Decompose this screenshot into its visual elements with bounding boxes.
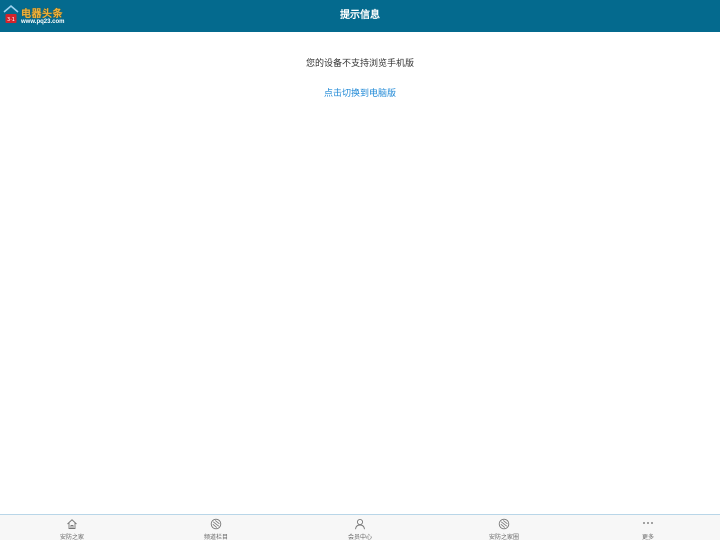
more-icon [643, 522, 653, 524]
nav-item-home[interactable]: 安防之家 [0, 515, 144, 540]
nav-label: 频道栏目 [203, 534, 228, 540]
unsupported-device-message: 您的设备不支持浏览手机版 [305, 59, 414, 69]
nav-label: 安防之家 [59, 534, 84, 540]
nav-label: 会员中心 [347, 534, 372, 540]
nav-item-channels[interactable]: 频道栏目 [144, 515, 288, 540]
home-icon [67, 519, 77, 529]
nav-item-community[interactable]: 安防之家圈 [432, 515, 576, 540]
header-bar: 3·1 电器头条 www.pq23.com 提示信息 [0, 0, 720, 32]
compass-icon [498, 518, 510, 530]
nav-label: 更多 [641, 534, 654, 540]
bottom-nav: 安防之家 频道栏目 会员中心 安防之家圈 更多 [0, 514, 720, 540]
user-icon [355, 518, 365, 530]
nav-item-member-center[interactable]: 会员中心 [288, 515, 432, 540]
page-title: 提示信息 [340, 10, 380, 21]
nav-item-more[interactable]: 更多 [576, 515, 720, 540]
compass-icon [210, 518, 222, 530]
switch-to-desktop-link[interactable]: 点击切换到电脑版 [0, 86, 720, 99]
app-root: 3·1 电器头条 www.pq23.com 提示信息 您的设备不支持浏览手机版 … [0, 0, 720, 540]
nav-label: 安防之家圈 [488, 534, 519, 540]
